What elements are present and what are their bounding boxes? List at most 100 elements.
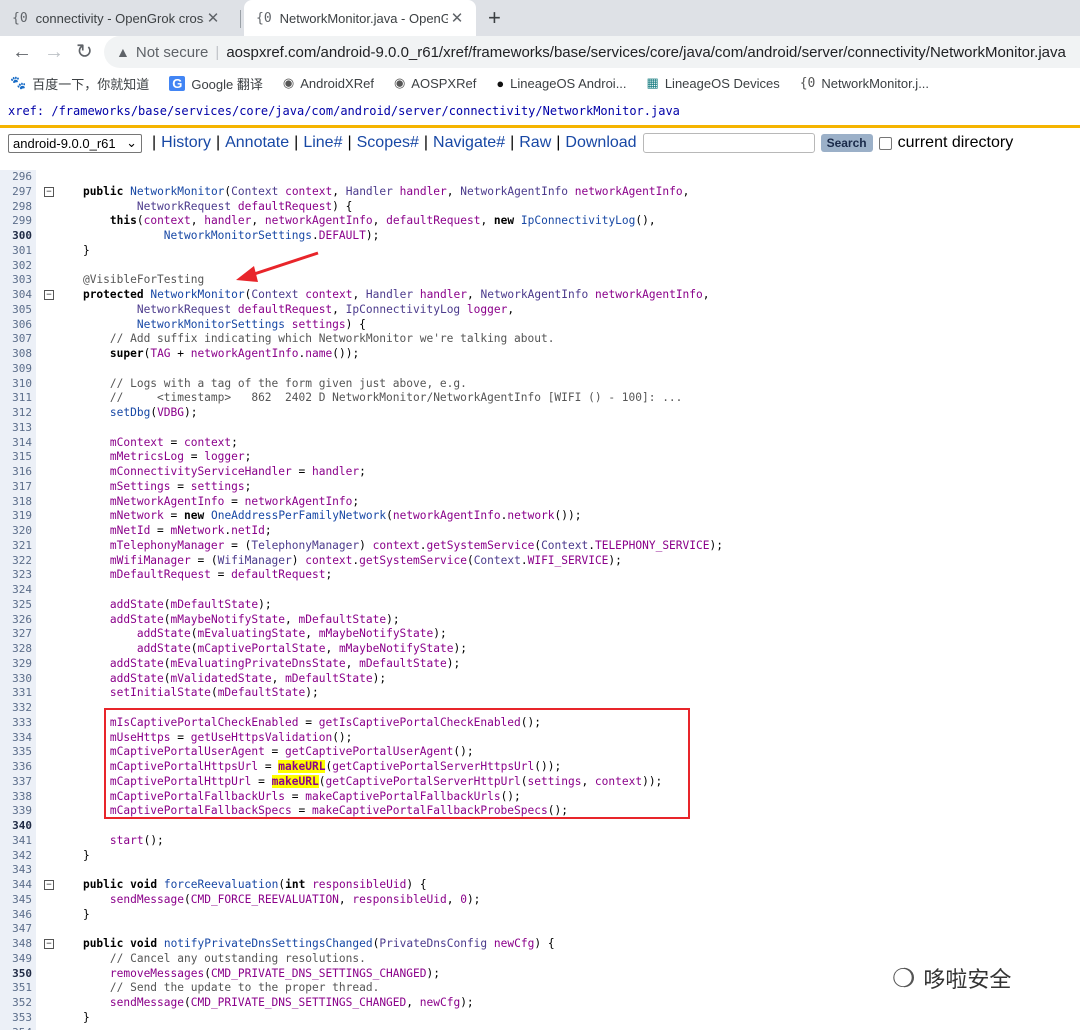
line-number[interactable]: 335 xyxy=(0,745,36,760)
line-number[interactable]: 320 xyxy=(0,524,36,539)
url-text[interactable]: aospxref.com/android-9.0.0_r61/xref/fram… xyxy=(226,44,1066,61)
line-number[interactable]: 326 xyxy=(0,612,36,628)
line-number[interactable]: 342 xyxy=(0,848,36,864)
line-number[interactable]: 332 xyxy=(0,701,36,716)
annotate-link[interactable]: Annotate xyxy=(225,134,289,152)
xref-breadcrumb[interactable]: xref: /frameworks/base/services/core/jav… xyxy=(0,98,1080,128)
line-number[interactable]: 306 xyxy=(0,317,36,333)
fold-toggle-icon[interactable]: − xyxy=(44,939,54,949)
line-number[interactable]: 337 xyxy=(0,774,36,790)
fold-toggle-icon[interactable]: − xyxy=(44,880,54,890)
line-number[interactable]: 323 xyxy=(0,568,36,583)
line-number[interactable]: 310 xyxy=(0,376,36,392)
code-text: // <timestamp> 862 2402 D NetworkMonitor… xyxy=(109,391,683,405)
line-number[interactable]: 328 xyxy=(0,642,36,657)
line-number[interactable]: 298 xyxy=(0,199,36,215)
close-icon[interactable]: ✕ xyxy=(204,9,222,27)
line-number[interactable]: 309 xyxy=(0,361,36,377)
fold-toggle-icon[interactable]: − xyxy=(44,290,54,300)
line-number[interactable]: 349 xyxy=(0,951,36,967)
search-button[interactable]: Search xyxy=(820,134,873,152)
version-value: android-9.0.0_r61 xyxy=(13,135,116,151)
close-icon[interactable]: ✕ xyxy=(448,9,466,27)
line-number[interactable]: 347 xyxy=(0,922,36,937)
code-line: 340 xyxy=(0,819,1080,834)
line-number[interactable]: 314 xyxy=(0,435,36,451)
code-text: addState(mDefaultState); xyxy=(109,597,272,611)
line-number[interactable]: 313 xyxy=(0,420,36,436)
bookmark-lineageos-android[interactable]: ● LineageOS Androi... xyxy=(496,76,626,91)
line-number[interactable]: 308 xyxy=(0,347,36,362)
new-tab-button[interactable]: + xyxy=(488,4,501,32)
navigate-link[interactable]: Navigate# xyxy=(433,134,505,152)
line-number[interactable]: 318 xyxy=(0,494,36,510)
line-number[interactable]: 327 xyxy=(0,627,36,642)
line-number[interactable]: 316 xyxy=(0,465,36,480)
line-number[interactable]: 301 xyxy=(0,243,36,259)
line-number[interactable]: 330 xyxy=(0,671,36,687)
download-link[interactable]: Download xyxy=(565,134,636,152)
bookmark-baidu[interactable]: 🐾 百度一下，你就知道 xyxy=(10,74,149,93)
scopes-link[interactable]: Scopes# xyxy=(357,134,419,152)
line-number[interactable]: 324 xyxy=(0,583,36,598)
line-number[interactable]: 351 xyxy=(0,981,36,996)
line-number[interactable]: 299 xyxy=(0,214,36,229)
line-number[interactable]: 296 xyxy=(0,170,36,185)
line-number[interactable]: 346 xyxy=(0,907,36,923)
forward-arrow-icon[interactable]: → xyxy=(44,39,64,65)
line-number[interactable]: 311 xyxy=(0,391,36,406)
tab-connectivity[interactable]: {0 connectivity - OpenGrok cross ✕ xyxy=(0,0,232,36)
line-number[interactable]: 321 xyxy=(0,538,36,554)
line-number[interactable]: 345 xyxy=(0,892,36,908)
version-select[interactable]: android-9.0.0_r61 ⌄ xyxy=(8,133,142,153)
bookmark-networkmonitor[interactable]: {0 NetworkMonitor.j... xyxy=(800,76,929,91)
reload-icon[interactable]: ↻ xyxy=(76,39,93,65)
tab-networkmonitor[interactable]: {0 NetworkMonitor.java - OpenG ✕ xyxy=(244,0,476,36)
bookmark-google-translate[interactable]: G Google 翻译 xyxy=(169,74,263,93)
line-number[interactable]: 300 xyxy=(0,229,36,244)
line-number[interactable]: 334 xyxy=(0,730,36,746)
history-link[interactable]: History xyxy=(161,134,211,152)
line-number[interactable]: 307 xyxy=(0,332,36,347)
raw-link[interactable]: Raw xyxy=(519,134,551,152)
line-number[interactable]: 336 xyxy=(0,760,36,775)
line-number[interactable]: 304 xyxy=(0,288,36,303)
code-text: removeMessages(CMD_PRIVATE_DNS_SETTINGS_… xyxy=(109,966,440,980)
line-number[interactable]: 322 xyxy=(0,553,36,569)
line-number[interactable]: 297 xyxy=(0,184,36,200)
line-number[interactable]: 338 xyxy=(0,789,36,805)
line-number[interactable]: 317 xyxy=(0,479,36,495)
line-number[interactable]: 339 xyxy=(0,804,36,819)
line-number[interactable]: 303 xyxy=(0,273,36,288)
line-number[interactable]: 350 xyxy=(0,966,36,982)
line-number[interactable]: 340 xyxy=(0,819,36,834)
line-number[interactable]: 344 xyxy=(0,878,36,893)
line-number[interactable]: 352 xyxy=(0,996,36,1011)
line-number[interactable]: 348 xyxy=(0,937,36,952)
bookmark-lineageos-devices[interactable]: ▦ LineageOS Devices xyxy=(647,75,780,91)
line-number[interactable]: 354 xyxy=(0,1025,36,1030)
line-numbers-link[interactable]: Line# xyxy=(303,134,342,152)
fold-toggle-icon[interactable]: − xyxy=(44,186,54,197)
search-input[interactable] xyxy=(642,133,815,153)
line-number[interactable]: 315 xyxy=(0,450,36,465)
line-number[interactable]: 331 xyxy=(0,686,36,701)
bookmark-androidxref[interactable]: ◉ AndroidXRef xyxy=(283,75,374,91)
bookmark-aospxref[interactable]: ◉ AOSPXRef xyxy=(394,75,476,91)
line-number[interactable]: 302 xyxy=(0,258,36,274)
current-directory-checkbox[interactable] xyxy=(878,136,892,150)
line-number[interactable]: 333 xyxy=(0,715,36,731)
line-number[interactable]: 341 xyxy=(0,833,36,849)
line-number[interactable]: 312 xyxy=(0,406,36,421)
line-number[interactable]: 343 xyxy=(0,863,36,878)
code-line: 353 } xyxy=(0,1010,1080,1026)
security-status[interactable]: Not secure xyxy=(136,44,209,61)
line-number[interactable]: 353 xyxy=(0,1010,36,1026)
back-arrow-icon[interactable]: ← xyxy=(12,39,32,65)
line-number[interactable]: 329 xyxy=(0,656,36,672)
warning-icon[interactable]: ▲ xyxy=(116,44,130,60)
line-number[interactable]: 319 xyxy=(0,509,36,524)
address-bar[interactable]: ▲ Not secure | aospxref.com/android-9.0.… xyxy=(104,36,1080,68)
line-number[interactable]: 325 xyxy=(0,597,36,613)
line-number[interactable]: 305 xyxy=(0,302,36,318)
